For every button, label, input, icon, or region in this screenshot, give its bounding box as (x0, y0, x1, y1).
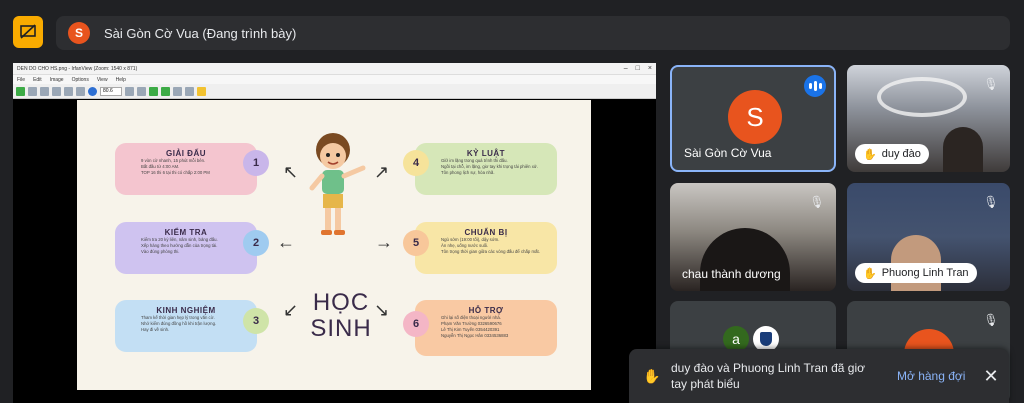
badge-5: 5 (403, 230, 429, 256)
arrow-icon: → (375, 232, 393, 252)
star-icon[interactable] (197, 86, 206, 96)
presenter-avatar: S (68, 22, 90, 44)
slide-image: GIẢI ĐẤU 9 vòn cờ nhanh, 15 phút mỗi bên… (77, 100, 591, 390)
zoom-field[interactable]: 80.6 (100, 86, 122, 96)
minimize-icon[interactable]: – (624, 65, 628, 72)
arrow-icon: ↖ (283, 162, 299, 182)
rotate-icon[interactable] (173, 86, 182, 96)
card-ky-luat: KỶ LUẬT Giữ im lặng trong quá trình thi … (415, 143, 557, 195)
badge-1: 1 (243, 150, 269, 176)
open-queue-button[interactable]: Mở hàng đợi (897, 369, 965, 383)
toast-message: duy đào và Phuong Linh Tran đã giơ tay p… (671, 361, 866, 391)
stop-presenting-button[interactable] (13, 16, 43, 48)
student-illustration (309, 133, 366, 235)
card-ho-tro: HỖ TRỢ Ghi lại số điện thoại người nhà. … (415, 300, 557, 356)
paste-icon[interactable] (76, 86, 85, 96)
participant-tile[interactable]: 🎙 chau thành dương (670, 183, 836, 291)
window-toolbar: 80.6 (13, 84, 656, 99)
mic-off-icon: 🎙 (983, 77, 999, 91)
menu-help[interactable]: Help (116, 77, 126, 83)
mic-off-icon: 🎙 (809, 195, 825, 209)
hand-icon: ✋ (863, 267, 877, 280)
open-icon[interactable] (16, 86, 25, 96)
meet-stage: S Sài Gòn Cờ Vua (Đang trình bày) DEN DO… (0, 0, 1024, 403)
window-titlebar: DEN DO CHO HS.png - IrfanView (Zoom: 154… (13, 63, 656, 75)
participant-tile[interactable]: S Sài Gòn Cờ Vua (670, 65, 836, 172)
hand-icon: ✋ (863, 148, 877, 161)
save-icon[interactable] (28, 86, 37, 96)
menu-view[interactable]: View (97, 77, 108, 83)
arrow-icon: ↙ (283, 300, 299, 320)
cut-icon[interactable] (52, 86, 61, 96)
info-icon[interactable] (88, 86, 97, 96)
menu-options[interactable]: Options (72, 77, 89, 83)
tools-icon[interactable] (185, 86, 194, 96)
badge-2: 2 (243, 230, 269, 256)
participant-name: Sài Gòn Cờ Vua (684, 146, 772, 160)
print-icon[interactable] (40, 86, 49, 96)
badge-4: 4 (403, 150, 429, 176)
speaking-icon (804, 75, 826, 97)
presenting-bar: S Sài Gòn Cờ Vua (Đang trình bày) (56, 16, 1010, 50)
menu-image[interactable]: Image (50, 77, 64, 83)
participant-tile[interactable]: 🎙 ✋ duy đào (847, 65, 1010, 172)
prev-icon[interactable] (149, 86, 158, 96)
mic-off-icon: 🎙 (983, 313, 999, 327)
participant-name: chau thành dương (682, 267, 781, 281)
maximize-icon[interactable]: □ (636, 65, 640, 72)
card-kiem-tra: KIỂM TRA Kiểm tra 20 kỳ liên, nâm sinh, … (115, 222, 257, 274)
person-silhouette (700, 228, 790, 291)
mic-off-icon: 🎙 (983, 195, 999, 209)
menu-edit[interactable]: Edit (33, 77, 42, 83)
card-chuan-bi: CHUẨN BỊ Ngủ sớm (19:00 tối), dậy sớm. Ă… (415, 222, 557, 274)
close-icon[interactable]: ✕ (983, 366, 998, 387)
zoom-out-icon[interactable] (137, 86, 146, 96)
window-menu: File Edit Image Options View Help (13, 75, 656, 84)
presenter-title: Sài Gòn Cờ Vua (Đang trình bày) (104, 25, 297, 41)
ceiling-light (877, 77, 967, 117)
zoom-in-icon[interactable] (125, 86, 134, 96)
person-silhouette (943, 127, 983, 172)
next-icon[interactable] (161, 86, 170, 96)
copy-icon[interactable] (64, 86, 73, 96)
card-kinh-nghiem: KINH NGHIỆM Tham kế thời gian hẹp lý tro… (115, 300, 257, 352)
close-icon[interactable]: × (648, 65, 652, 72)
raised-hand-chip: ✋ duy đào (855, 144, 929, 164)
hand-icon: ✋ (643, 367, 661, 384)
badge-6: 6 (403, 311, 429, 337)
menu-file[interactable]: File (17, 77, 25, 83)
participant-tile[interactable]: 🎙 ✋ Phuong Linh Tran (847, 183, 1010, 291)
present-icon (20, 24, 36, 39)
participant-avatar: S (728, 90, 782, 144)
center-title: HỌC SINH (310, 289, 372, 342)
card-giai-dau: GIẢI ĐẤU 9 vòn cờ nhanh, 15 phút mỗi bên… (115, 143, 257, 195)
raised-hand-chip: ✋ Phuong Linh Tran (855, 263, 977, 283)
shared-screen: DEN DO CHO HS.png - IrfanView (Zoom: 154… (13, 63, 656, 403)
raised-hands-toast: ✋ duy đào và Phuong Linh Tran đã giơ tay… (629, 349, 1009, 403)
arrow-icon: ← (277, 232, 295, 252)
window-title: DEN DO CHO HS.png - IrfanView (Zoom: 154… (17, 65, 138, 72)
badge-3: 3 (243, 308, 269, 334)
arrow-icon: ↗ (374, 162, 390, 182)
